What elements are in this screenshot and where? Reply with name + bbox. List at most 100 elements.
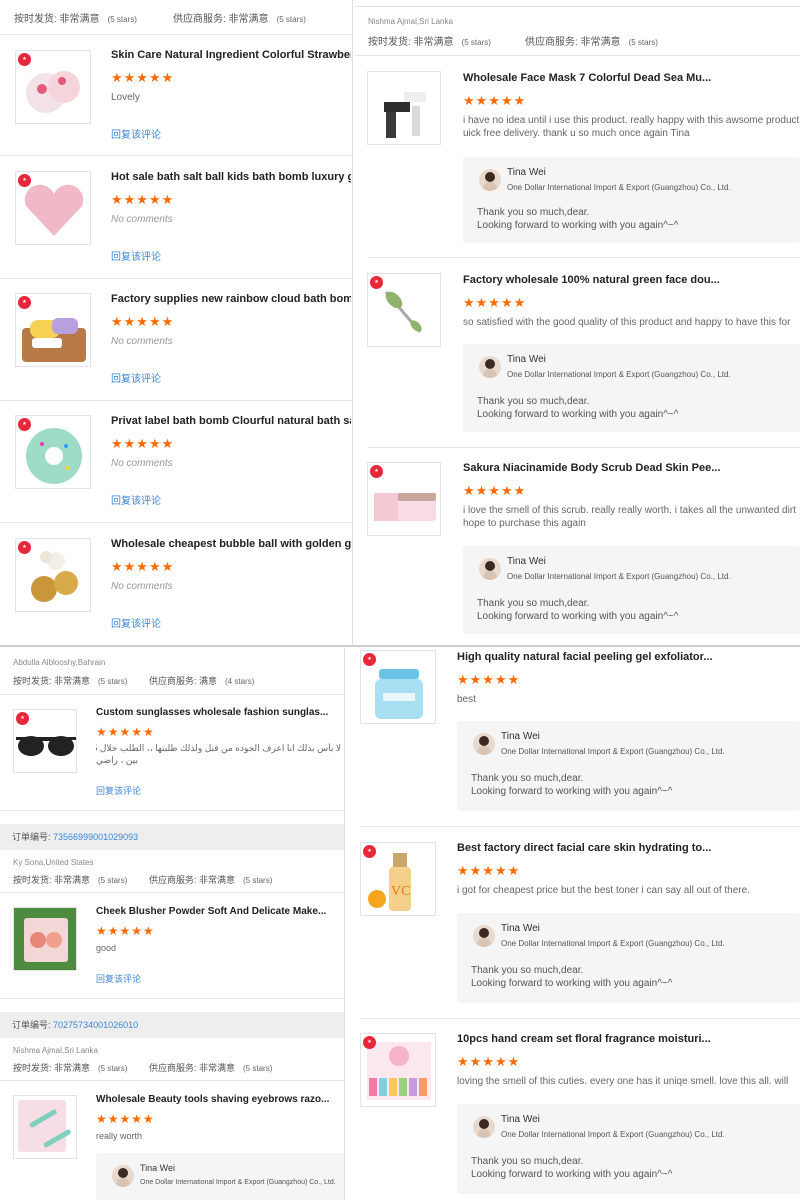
supplier-rating: 供应商服务: 非常满意 (5 stars) [149, 1063, 273, 1073]
seller-company: One Dollar International Import & Export… [501, 1130, 725, 1139]
order-number-link[interactable]: 73566999001029093 [53, 832, 138, 842]
reply-text: Thank you so much,dear. [477, 396, 590, 407]
store-badge-icon: ★ [363, 845, 376, 858]
star-rating: ★★★★★ [457, 1054, 521, 1069]
reply-link[interactable]: 回复该评论 [111, 492, 161, 507]
reply-link[interactable]: 回复该评论 [96, 972, 141, 985]
review-comment: No comments [111, 581, 173, 592]
seller-name: Tina Wei [140, 1163, 176, 1173]
reply-text: Looking forward to working with you agai… [477, 220, 679, 231]
avatar [479, 169, 501, 191]
store-badge-icon: ★ [18, 296, 31, 309]
store-badge-icon: ★ [18, 418, 31, 431]
reply-link[interactable]: 回复该评论 [111, 126, 161, 141]
product-title[interactable]: Skin Care Natural Ingredient Colorful St… [111, 49, 351, 61]
seller-reply: Tina Wei One Dollar International Import… [457, 721, 800, 811]
reply-text: Looking forward to working with you agai… [477, 611, 679, 622]
product-title[interactable]: High quality natural facial peeling gel … [457, 651, 797, 663]
supplier-rating: 供应商服务: 非常满意 (5 stars) [173, 14, 306, 25]
rating-header: 按时发货: 非常满意 (5 stars) 供应商服务: 非常满意 (5 stars) [0, 10, 352, 25]
product-thumbnail[interactable]: ★ [367, 273, 441, 347]
reply-text: Thank you so much,dear. [471, 965, 584, 976]
reviewer-name: Nishma Ajmal,Sri Lanka [368, 17, 453, 26]
product-title[interactable]: Privat label bath bomb Clourful natural … [111, 415, 351, 427]
product-title[interactable]: Wholesale Face Mask 7 Colorful Dead Sea … [463, 72, 793, 84]
product-thumbnail[interactable]: ★ [367, 462, 441, 536]
order-number-link[interactable]: 70275734001026010 [53, 1020, 138, 1030]
review-comment: hope to purchase this again [463, 518, 586, 529]
avatar [473, 733, 495, 755]
supplier-rating: 供应商服务: 非常满意 (5 stars) [525, 37, 658, 48]
seller-company: One Dollar International Import & Export… [501, 939, 725, 948]
reply-text: Looking forward to working with you agai… [471, 978, 673, 989]
seller-reply: Tina Wei One Dollar International Import… [457, 1104, 800, 1194]
shipping-rating: 按时发货: 非常满意 (5 stars) [14, 14, 137, 25]
product-thumbnail[interactable] [13, 1095, 77, 1159]
star-rating: ★★★★★ [457, 863, 521, 878]
product-thumbnail[interactable]: ★ [15, 538, 91, 612]
seller-company: One Dollar International Import & Export… [507, 183, 731, 192]
supplier-rating: 供应商服务: 非常满意 (5 stars) [149, 875, 273, 885]
avatar [479, 356, 501, 378]
product-thumbnail[interactable] [367, 71, 441, 145]
order-number-bar: 订单编号: 73566999001029093 [0, 824, 344, 850]
reply-link[interactable]: 回复该评论 [111, 370, 161, 385]
avatar [473, 1116, 495, 1138]
product-title[interactable]: Factory wholesale 100% natural green fac… [463, 274, 793, 286]
product-thumbnail[interactable]: ★ [15, 415, 91, 489]
star-rating: ★★★★★ [96, 924, 155, 938]
product-title[interactable]: Cheek Blusher Powder Soft And Delicate M… [96, 906, 341, 917]
star-rating: ★★★★★ [463, 93, 527, 108]
review-comment: so satisfied with the good quality of th… [463, 317, 791, 328]
product-thumbnail[interactable]: ★ [15, 50, 91, 124]
reply-link[interactable]: 回复该评论 [111, 615, 161, 630]
review-comment: i have no idea until i use this product.… [463, 115, 800, 126]
reply-text: Thank you so much,dear. [477, 207, 590, 218]
star-rating: ★★★★★ [111, 192, 175, 207]
review-comment: No comments [111, 214, 173, 225]
product-title[interactable]: Sakura Niacinamide Body Scrub Dead Skin … [463, 462, 793, 474]
panel-skin-care-reviews: ★ High quality natural facial peeling ge… [352, 648, 800, 1200]
product-title[interactable]: Hot sale bath salt ball kids bath bomb l… [111, 171, 351, 183]
store-badge-icon: ★ [18, 541, 31, 554]
panel-face-care-reviews: Nishma Ajmal,Sri Lanka 按时发货: 非常满意 (5 star… [355, 6, 800, 645]
product-thumbnail[interactable]: ★ [360, 650, 436, 724]
product-title[interactable]: Wholesale cheapest bubble ball with gold… [111, 538, 351, 550]
review-comment: No comments [111, 458, 173, 469]
star-rating: ★★★★★ [457, 672, 521, 687]
review-comment: loving the smell of this cuties. every o… [457, 1076, 789, 1087]
product-thumbnail[interactable]: ★ [15, 293, 91, 367]
store-badge-icon: ★ [370, 276, 383, 289]
avatar [479, 558, 501, 580]
star-rating: ★★★★★ [111, 314, 175, 329]
review-comment: best [457, 694, 476, 705]
star-rating: ★★★★★ [111, 436, 175, 451]
product-thumbnail[interactable] [13, 907, 77, 971]
seller-reply: Tina Wei One Dollar International Import… [463, 157, 800, 243]
seller-reply: Tina Wei One Dollar International Import… [457, 913, 800, 1003]
review-comment: uick free delivery. thank u so much once… [463, 128, 690, 139]
seller-name: Tina Wei [507, 354, 546, 365]
product-title[interactable]: 10pcs hand cream set floral fragrance mo… [457, 1033, 797, 1045]
reply-link[interactable]: 回复该评论 [96, 784, 141, 797]
avatar [112, 1165, 134, 1187]
product-thumbnail[interactable]: ★ VC [360, 842, 436, 916]
reply-link[interactable]: 回复该评论 [111, 248, 161, 263]
product-title[interactable]: Wholesale Beauty tools shaving eyebrows … [96, 1094, 341, 1105]
reviewer-name: Ky Sona,United States [13, 858, 94, 867]
reviewer-name: Nishma Ajmal,Sri Lanka [13, 1046, 98, 1055]
product-thumbnail[interactable]: ★ [360, 1033, 436, 1107]
seller-name: Tina Wei [507, 167, 546, 178]
seller-company: One Dollar International Import & Export… [140, 1179, 336, 1186]
product-title[interactable]: Best factory direct facial care skin hyd… [457, 842, 797, 854]
product-thumbnail[interactable]: ★ [13, 709, 77, 773]
seller-company: One Dollar International Import & Export… [507, 370, 731, 379]
product-title[interactable]: Factory supplies new rainbow cloud bath … [111, 293, 351, 305]
product-title[interactable]: Custom sunglasses wholesale fashion sung… [96, 707, 341, 718]
seller-reply: Tina Wei One Dollar International Import… [96, 1153, 344, 1200]
reply-text: Thank you so much,dear. [477, 598, 590, 609]
review-comment: بين ، راضي [96, 755, 138, 765]
seller-reply: Tina Wei One Dollar International Import… [463, 344, 800, 432]
shipping-rating: 按时发货: 非常满意 (5 stars) [368, 37, 491, 48]
product-thumbnail[interactable]: ★ [15, 171, 91, 245]
